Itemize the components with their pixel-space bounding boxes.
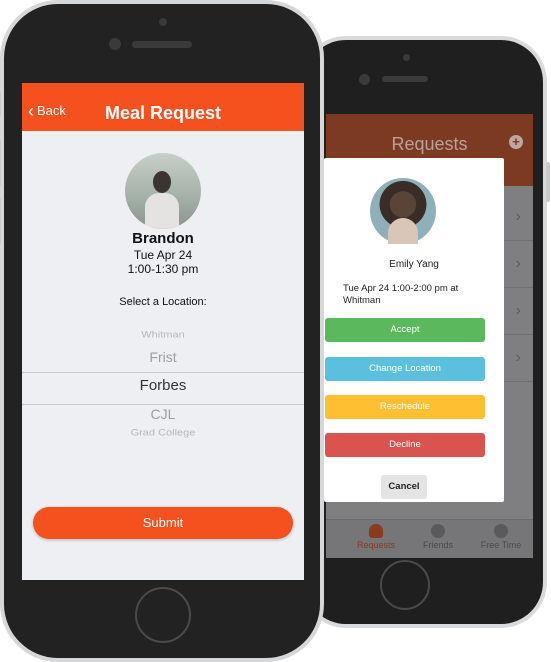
submit-button[interactable]: Submit bbox=[33, 507, 293, 539]
request-modal: Emily Yang Tue Apr 24 1:00-2:00 pm at Wh… bbox=[324, 158, 504, 502]
home-button[interactable] bbox=[135, 587, 191, 643]
meal-request-header: ‹ Back Meal Request bbox=[22, 83, 304, 131]
camera-icon bbox=[109, 38, 121, 50]
speaker-grille bbox=[132, 41, 192, 48]
picker-option-whitman[interactable]: Whitman bbox=[22, 330, 304, 340]
tab-free-time[interactable]: Free Time bbox=[471, 524, 531, 550]
chevron-right-icon: › bbox=[515, 349, 521, 366]
select-location-label: Select a Location: bbox=[119, 296, 207, 308]
avatar bbox=[370, 178, 436, 244]
requests-title: Requests bbox=[391, 134, 468, 154]
tab-requests[interactable]: Requests bbox=[346, 524, 406, 550]
side-button bbox=[546, 162, 550, 202]
picker-divider bbox=[22, 404, 304, 405]
tab-label: Free Time bbox=[480, 540, 522, 550]
meal-date: Tue Apr 24 bbox=[133, 248, 193, 262]
picker-option-grad-college[interactable]: Grad College bbox=[22, 428, 304, 438]
chevron-right-icon: › bbox=[515, 255, 521, 272]
reschedule-button[interactable]: Reschedule bbox=[325, 395, 485, 419]
mute-switch bbox=[0, 92, 1, 116]
volume-down-button bbox=[0, 198, 1, 244]
sensor-dot bbox=[403, 54, 410, 61]
request-time: Tue Apr 24 1:00-2:00 pm at Whitman bbox=[343, 283, 459, 306]
people-icon bbox=[431, 524, 445, 538]
decline-button[interactable]: Decline bbox=[325, 433, 485, 457]
add-icon[interactable]: + bbox=[509, 135, 523, 149]
picker-option-forbes[interactable]: Forbes bbox=[22, 377, 304, 394]
cancel-button[interactable]: Cancel bbox=[381, 475, 427, 499]
picker-option-cjl[interactable]: CJL bbox=[22, 406, 304, 422]
front-phone-frame: ‹ Back Meal Request Brandon Tue Apr 24 1:… bbox=[0, 0, 324, 662]
sensor-dot bbox=[159, 18, 167, 26]
bell-icon bbox=[369, 524, 383, 538]
tab-friends[interactable]: Friends bbox=[408, 524, 468, 550]
picker-divider bbox=[22, 372, 304, 373]
tab-bar: Requests Friends Free Time bbox=[326, 519, 533, 558]
clock-icon bbox=[494, 524, 508, 538]
chevron-right-icon: › bbox=[515, 302, 521, 319]
avatar bbox=[125, 153, 201, 229]
speaker-grille bbox=[382, 76, 428, 82]
person-name: Brandon bbox=[132, 230, 194, 247]
tab-label: Friends bbox=[422, 540, 453, 550]
requester-name: Emily Yang bbox=[389, 259, 439, 270]
home-button[interactable] bbox=[380, 560, 430, 610]
camera-icon bbox=[359, 74, 370, 85]
volume-up-button bbox=[0, 140, 1, 186]
picker-option-frist[interactable]: Frist bbox=[22, 349, 304, 365]
meal-time: 1:00-1:30 pm bbox=[127, 262, 199, 276]
location-picker[interactable]: Whitman Frist Forbes CJL Grad College bbox=[22, 311, 304, 451]
meal-request-screen: ‹ Back Meal Request Brandon Tue Apr 24 1:… bbox=[22, 83, 304, 580]
tab-label: Requests bbox=[356, 540, 396, 550]
chevron-right-icon: › bbox=[515, 208, 521, 225]
change-location-button[interactable]: Change Location bbox=[325, 357, 485, 381]
page-title: Meal Request bbox=[104, 103, 222, 123]
accept-button[interactable]: Accept bbox=[325, 318, 485, 342]
